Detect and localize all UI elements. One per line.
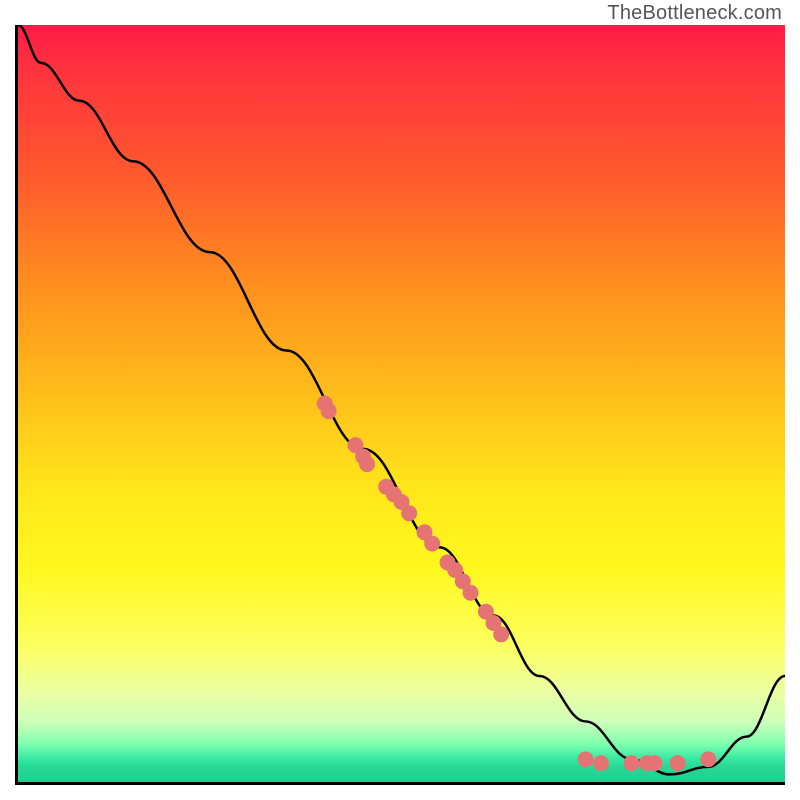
data-point xyxy=(355,449,371,465)
data-point xyxy=(700,751,716,767)
data-point xyxy=(455,573,471,589)
data-point xyxy=(417,524,433,540)
data-point xyxy=(440,555,456,571)
watermark-text: TheBottleneck.com xyxy=(607,2,782,25)
data-point xyxy=(401,505,417,521)
data-point xyxy=(578,751,594,767)
data-point xyxy=(478,604,494,620)
chart-container: TheBottleneck.com xyxy=(0,0,800,800)
data-point xyxy=(639,755,655,771)
data-point xyxy=(493,626,509,642)
chart-svg xyxy=(18,25,785,782)
curve-line xyxy=(18,25,785,774)
data-point xyxy=(394,494,410,510)
data-point xyxy=(321,403,337,419)
data-point xyxy=(593,755,609,771)
data-point xyxy=(378,479,394,495)
data-point xyxy=(424,536,440,552)
data-point xyxy=(486,615,502,631)
data-point xyxy=(647,755,663,771)
data-point xyxy=(670,755,686,771)
plot-area xyxy=(15,25,785,785)
data-point xyxy=(386,486,402,502)
data-point xyxy=(624,755,640,771)
data-point xyxy=(447,562,463,578)
data-point xyxy=(463,585,479,601)
scatter-points xyxy=(317,396,716,772)
data-point xyxy=(317,396,333,412)
data-point xyxy=(348,437,364,453)
data-point xyxy=(359,456,375,472)
